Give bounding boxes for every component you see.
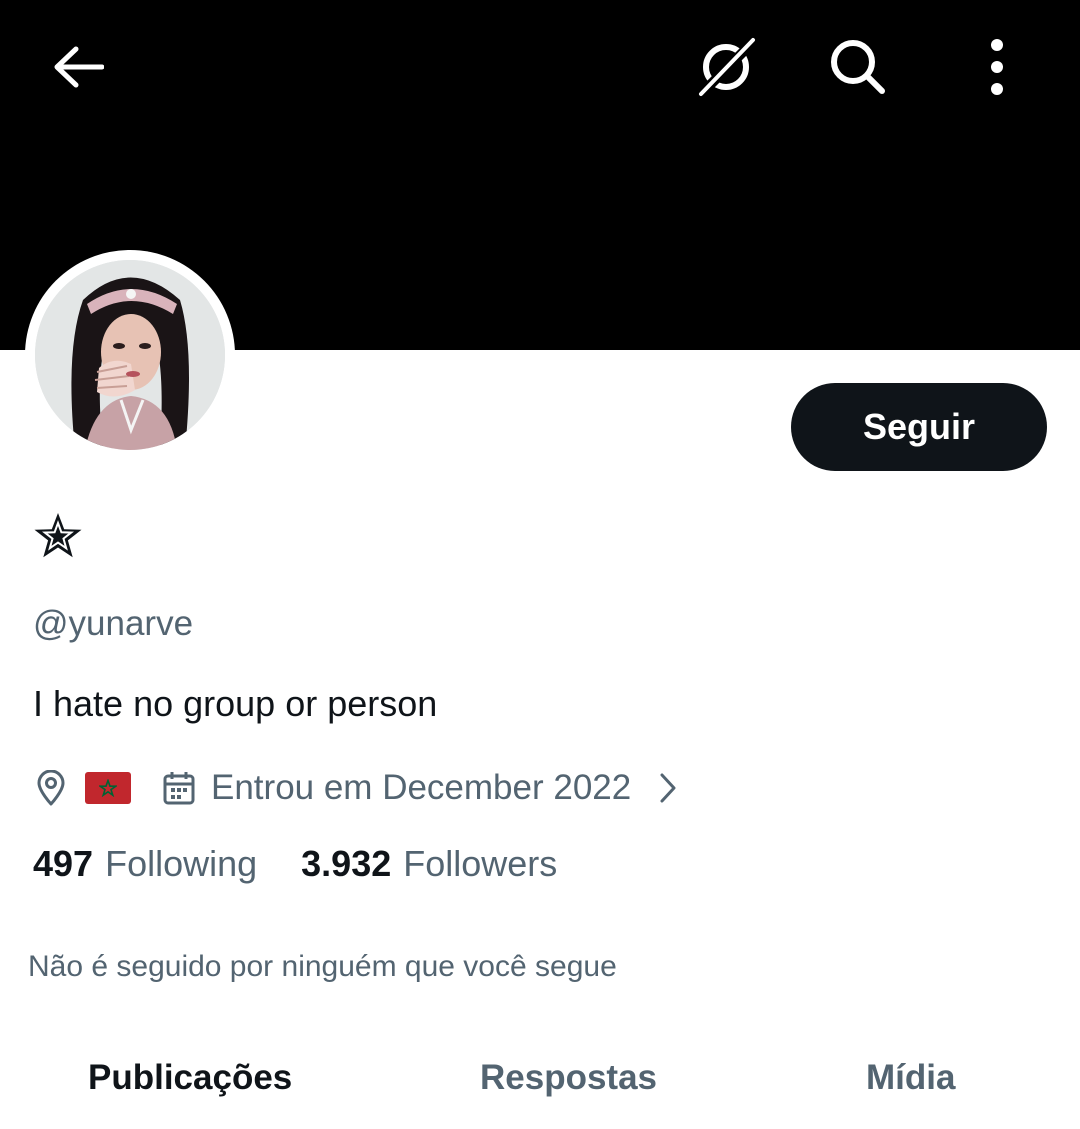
search-button[interactable] [818,27,898,107]
join-date-details-button[interactable] [653,768,683,808]
profile-stats: 497 Following 3.932 Followers [33,843,557,885]
back-button[interactable] [38,27,118,107]
profile-bio: I hate no group or person [33,683,438,724]
tab-posts[interactable]: Publicações [88,1058,292,1098]
calendar-icon [161,770,197,806]
profile-page: Seguir @yunarve I hate no group or perso… [0,0,1080,1129]
followers-label: Followers [403,843,558,884]
grok-button[interactable] [686,27,766,107]
followed-by-text: Não é seguido por ninguém que você segue [28,950,617,983]
chevron-right-icon [660,773,676,803]
following-count: 497 [33,843,94,884]
search-icon [831,40,885,94]
tab-media[interactable]: Mídia [866,1058,955,1098]
followers-count: 3.932 [301,843,392,884]
morocco-flag-icon [85,772,131,804]
join-date: Entrou em December 2022 [211,768,632,807]
followers-link[interactable]: 3.932 Followers [301,843,557,885]
avatar[interactable] [25,250,235,460]
avatar-image [35,260,225,450]
following-link[interactable]: 497 Following [33,843,257,885]
back-arrow-icon [54,46,104,88]
profile-meta: Entrou em December 2022 [33,762,683,814]
location-pin-icon [33,770,69,806]
grok-icon [696,37,758,99]
follow-button[interactable]: Seguir [791,383,1047,471]
star-icon [34,513,82,558]
more-options-button[interactable] [957,27,1037,107]
following-label: Following [105,843,258,884]
display-name [32,510,84,562]
profile-tabs: Publicações Respostas Mídia [0,1040,1080,1129]
tab-replies[interactable]: Respostas [480,1058,657,1098]
profile-handle: @yunarve [33,604,194,643]
more-vertical-icon [991,39,1003,95]
